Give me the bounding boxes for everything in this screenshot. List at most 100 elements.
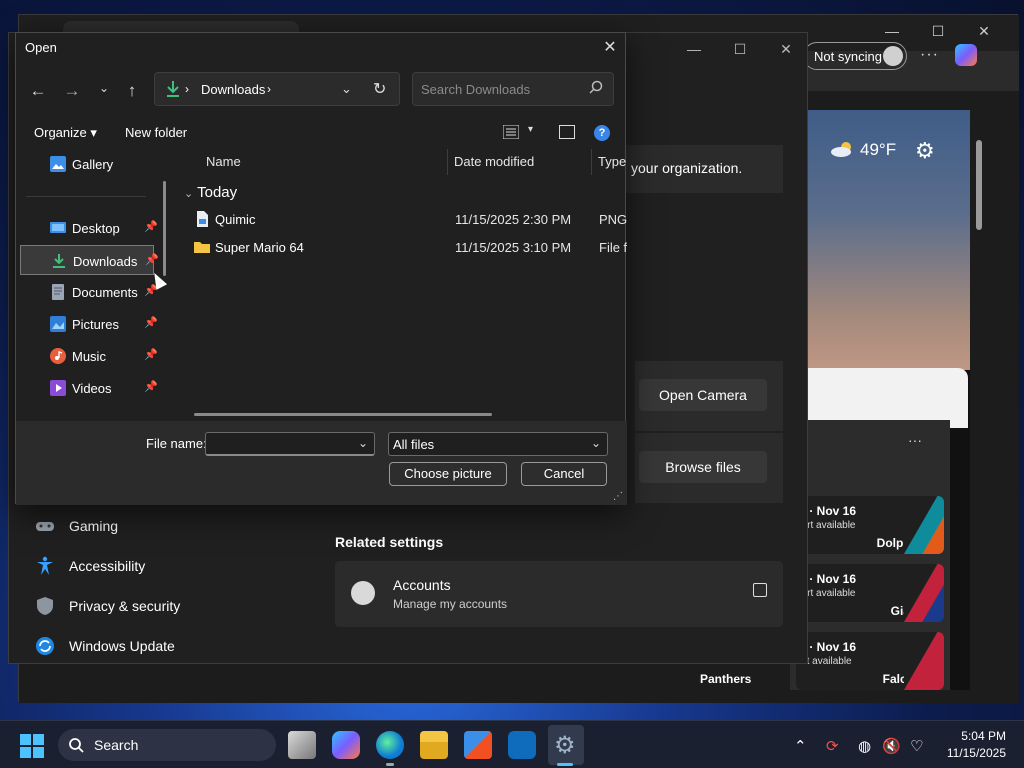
browser-close-button[interactable]: ✕	[961, 23, 1007, 45]
pictures-icon	[50, 316, 66, 332]
chevron-down-icon[interactable]: ⌄	[358, 436, 368, 450]
back-button[interactable]: ←	[26, 81, 50, 105]
column-header-type[interactable]: Type	[598, 154, 626, 169]
nav-item-videos[interactable]: Videos 📌	[20, 373, 158, 403]
search-input[interactable]: Search Downloads	[412, 72, 614, 106]
file-name-input[interactable]: ⌄	[205, 432, 375, 456]
choose-picture-button[interactable]: Choose picture	[389, 462, 507, 486]
folder-icon	[194, 242, 210, 253]
nav-pane-scrollbar[interactable]	[163, 181, 166, 276]
running-indicator	[386, 763, 394, 766]
game-row[interactable]: M · Nov 16 port available Dolphins	[796, 496, 944, 554]
nav-item-music[interactable]: Music 📌	[20, 341, 158, 371]
settings-maximize-button[interactable]: ☐	[717, 41, 763, 63]
cancel-button[interactable]: Cancel	[521, 462, 607, 486]
nav-item-accessibility[interactable]: Accessibility	[33, 546, 333, 586]
outlook-icon[interactable]	[508, 731, 536, 759]
column-header-date[interactable]: Date modified	[454, 154, 534, 169]
file-row[interactable]: Super Mario 64 11/15/2025 3:10 PM File f	[194, 235, 627, 261]
forward-button[interactable]: →	[60, 81, 84, 105]
sync-status-button[interactable]: Not syncing	[803, 42, 907, 70]
game-row[interactable]: M · Nov 16 Injury report available Falco…	[796, 632, 944, 690]
sync-alert-icon[interactable]: ⟳	[826, 737, 839, 755]
file-explorer-icon[interactable]	[420, 731, 448, 759]
news-scrollbar[interactable]	[975, 130, 983, 690]
network-icon[interactable]: ◍	[858, 737, 871, 755]
nav-divider	[26, 196, 146, 197]
settings-minimize-button[interactable]: —	[671, 41, 717, 63]
pin-icon: 📌	[144, 349, 158, 361]
game-row[interactable]: M · Nov 16 port available Giants	[796, 564, 944, 622]
column-header-name[interactable]: Name	[206, 154, 241, 169]
pin-icon: 📌	[144, 221, 158, 233]
open-camera-button[interactable]: Open Camera	[639, 379, 767, 411]
store-icon[interactable]	[464, 731, 492, 759]
file-row[interactable]: Quimic 11/15/2025 2:30 PM PNG	[194, 207, 627, 233]
pin-icon: 📌	[145, 254, 159, 266]
file-list-scrollbar[interactable]	[194, 413, 492, 416]
games-more-button[interactable]: ···	[908, 432, 922, 448]
taskbar-search[interactable]: Search	[58, 729, 276, 761]
news-card[interactable]	[790, 368, 968, 428]
nav-item-gallery[interactable]: Gallery	[20, 149, 154, 179]
view-options-icon[interactable]	[503, 125, 519, 139]
breadcrumb-chevron-icon[interactable]: ›	[267, 82, 271, 96]
preview-pane-icon[interactable]	[559, 125, 575, 139]
copilot-icon[interactable]	[955, 44, 977, 66]
clock-time[interactable]: 5:04 PM	[946, 729, 1006, 743]
address-bar[interactable]: › Downloads › ⌄ ↻	[154, 72, 400, 106]
clock-date[interactable]: 11/15/2025	[936, 746, 1006, 760]
up-button[interactable]: ↑	[120, 81, 144, 105]
nav-label: Gaming	[69, 518, 119, 534]
nav-item-privacy[interactable]: Privacy & security	[33, 586, 333, 626]
related-settings-heading: Related settings	[335, 534, 444, 550]
recent-locations-button[interactable]: ⌄	[92, 81, 116, 105]
file-type: PNG	[599, 212, 627, 227]
chevron-down-icon[interactable]: ▾	[528, 124, 533, 135]
start-button[interactable]	[20, 734, 44, 758]
copilot-icon[interactable]	[332, 731, 360, 759]
notification-icon[interactable]: ♡	[910, 737, 923, 755]
file-name: Super Mario 64	[215, 240, 304, 255]
column-divider[interactable]	[447, 149, 448, 175]
nav-item-downloads[interactable]: Downloads 📌	[20, 245, 159, 275]
dialog-close-button[interactable]: ✕	[600, 37, 620, 57]
taskbar-search-label: Search	[94, 737, 139, 753]
help-icon[interactable]: ?	[594, 125, 610, 141]
nav-item-desktop[interactable]: Desktop 📌	[20, 213, 158, 243]
org-notice-text: your organization.	[631, 160, 743, 176]
file-type: File f	[599, 240, 627, 255]
volume-muted-icon[interactable]: 🔇	[882, 737, 901, 755]
task-view-icon[interactable]	[288, 731, 316, 759]
gear-icon[interactable]: ⚙	[915, 138, 935, 164]
organize-button[interactable]: Organize ▾	[34, 125, 97, 141]
settings-close-button[interactable]: ✕	[763, 41, 809, 63]
accounts-link-card[interactable]: Accounts Manage my accounts	[335, 561, 783, 627]
browser-more-button[interactable]: ···	[920, 46, 939, 64]
team-logo	[904, 496, 944, 554]
nav-item-documents[interactable]: Documents 📌	[20, 277, 158, 307]
browse-files-button[interactable]: Browse files	[639, 451, 767, 483]
resize-grip-icon[interactable]: ⋰	[613, 491, 623, 502]
browser-maximize-button[interactable]: ☐	[915, 23, 961, 45]
file-type-select[interactable]: All files ⌄	[388, 432, 608, 456]
nav-item-pictures[interactable]: Pictures 📌	[20, 309, 158, 339]
address-folder[interactable]: Downloads	[201, 82, 265, 97]
chevron-up-icon[interactable]: ⌃	[794, 737, 807, 755]
edge-icon[interactable]	[376, 731, 404, 759]
nav-item-gaming[interactable]: Gaming	[33, 506, 333, 546]
image-file-icon	[197, 211, 208, 227]
dialog-footer: File name: ⌄ All files ⌄ Choose picture …	[16, 421, 627, 505]
group-header-today[interactable]: ⌄ Today	[184, 184, 237, 201]
scrollbar-thumb[interactable]	[976, 140, 982, 230]
column-divider[interactable]	[591, 149, 592, 175]
nav-item-windows-update[interactable]: Windows Update	[33, 626, 333, 666]
chevron-down-icon[interactable]: ⌄	[341, 81, 352, 97]
file-date: 11/15/2025 3:10 PM	[455, 240, 572, 255]
new-folder-button[interactable]: New folder	[125, 125, 187, 140]
temperature-label: 49°F	[860, 140, 897, 159]
shield-icon	[37, 597, 53, 615]
refresh-icon[interactable]: ↻	[373, 79, 386, 99]
dialog-title: Open	[25, 40, 57, 55]
nav-label: Videos	[72, 381, 112, 396]
